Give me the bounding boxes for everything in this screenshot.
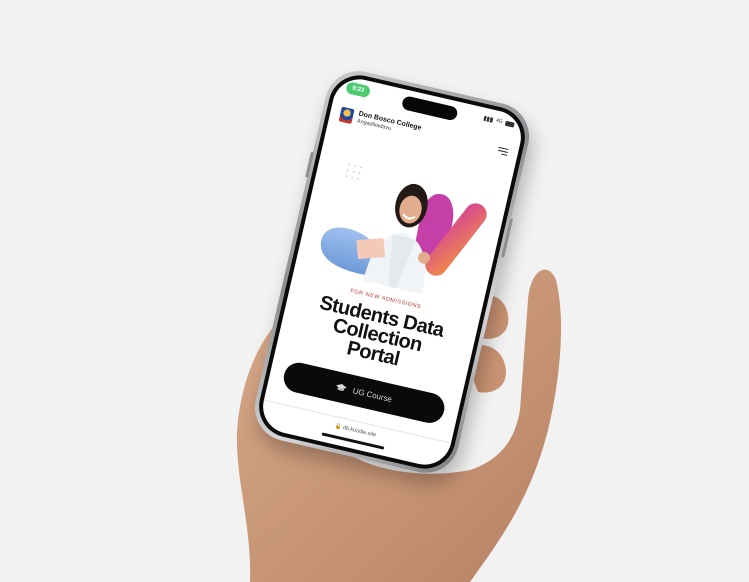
battery-icon bbox=[504, 120, 515, 128]
signal-icon bbox=[483, 115, 494, 123]
menu-icon[interactable] bbox=[497, 144, 509, 157]
brand[interactable]: Don Bosco College Angadikadavu bbox=[356, 110, 422, 139]
school-logo-icon[interactable] bbox=[338, 106, 355, 124]
ug-course-label: UG Course bbox=[351, 385, 393, 404]
lock-icon: 🔒 bbox=[334, 423, 343, 431]
site-url: db.koodle.site bbox=[342, 425, 377, 439]
status-indicators: 4G bbox=[483, 115, 515, 128]
graduation-cap-icon bbox=[336, 384, 348, 391]
network-label: 4G bbox=[495, 117, 504, 125]
dot-pattern bbox=[345, 163, 362, 180]
status-time: 9:23 bbox=[345, 81, 372, 99]
